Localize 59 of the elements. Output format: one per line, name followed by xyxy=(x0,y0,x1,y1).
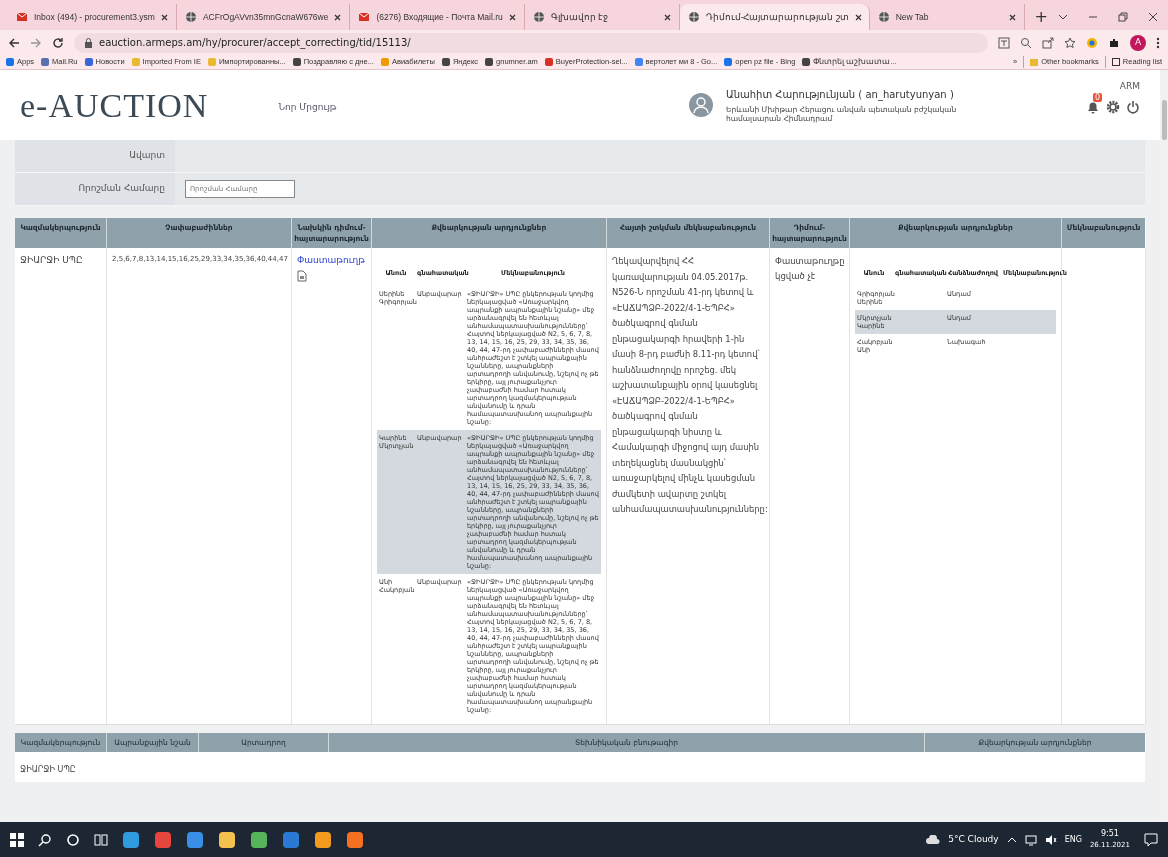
globe-icon xyxy=(532,11,545,23)
scrollbar[interactable] xyxy=(1160,70,1168,822)
new-tab-button[interactable]: + xyxy=(1024,4,1058,30)
globe-icon xyxy=(184,11,197,23)
chevron-down-icon[interactable] xyxy=(1058,12,1068,22)
restore-icon[interactable] xyxy=(1118,12,1128,22)
tab-title: New Tab xyxy=(895,10,930,24)
user-name: Անահիտ Հարությունյան ( an_harutyunyan ) xyxy=(726,88,955,102)
filter-label: Որոշման Համարը xyxy=(15,173,175,205)
close-icon[interactable] xyxy=(508,13,516,21)
extension-icon[interactable] xyxy=(1086,36,1098,49)
circle-icon[interactable] xyxy=(66,832,80,847)
user-avatar-icon xyxy=(688,92,714,118)
address-bar[interactable]: eauction.armeps.am/hy/procurer/accept_correcting/tid/15113/ xyxy=(74,32,988,53)
url-text: eauction.armeps.am/hy/procurer/accept_correcting/tid/15113/ xyxy=(99,36,411,50)
network-icon[interactable] xyxy=(1024,833,1037,846)
translate-icon[interactable] xyxy=(998,36,1010,49)
close-icon[interactable] xyxy=(160,13,168,21)
close-icon[interactable] xyxy=(663,13,671,21)
reload-icon[interactable] xyxy=(52,36,64,49)
close-icon[interactable] xyxy=(334,13,342,21)
tab-title: Դիմում-Հայտարարության շտ xyxy=(705,10,849,24)
globe-icon xyxy=(687,11,700,23)
globe-icon xyxy=(877,11,890,23)
browser-tab[interactable]: Դիմում-Հայտարարության շտ xyxy=(679,4,870,30)
input-language[interactable]: ENG xyxy=(1064,833,1082,846)
power-icon[interactable] xyxy=(1126,99,1140,114)
nav-link[interactable]: Նոր Մրցույթ xyxy=(278,101,337,115)
table-cell-text: ՋԻԱՐՋԻ ՍՊԸ xyxy=(20,254,84,267)
document-link[interactable]: Փաստաթուղթ xyxy=(297,254,366,268)
site-logo[interactable]: e-AUCTION xyxy=(20,79,209,131)
share-icon[interactable] xyxy=(1042,36,1054,49)
settings-icon[interactable] xyxy=(1106,99,1120,114)
filter-label: Ավարտ xyxy=(15,140,175,172)
search-icon[interactable] xyxy=(38,832,52,847)
profile-avatar[interactable]: A xyxy=(1130,34,1146,51)
puzzle-icon[interactable] xyxy=(1108,36,1120,49)
table-cell-text: Փաստաթուղթը կցված չէ xyxy=(775,255,844,283)
tab-title: Գլխավոր էջ xyxy=(550,10,610,24)
close-icon[interactable] xyxy=(1148,12,1158,22)
clock-time[interactable]: 9:51 xyxy=(1100,828,1119,841)
language-code: ARM xyxy=(1119,80,1140,94)
back-arrow-icon[interactable] xyxy=(8,36,20,49)
notifications-icon[interactable] xyxy=(1144,832,1158,847)
cloud-icon xyxy=(926,834,941,845)
lock-icon xyxy=(84,37,93,48)
more-icon[interactable] xyxy=(1156,36,1160,49)
notification-badge: 0 xyxy=(1093,92,1103,102)
tab-title: Inbox (494) - procurement3.ysm xyxy=(34,10,155,24)
weather-text: 5°C Cloudy xyxy=(948,832,999,846)
close-icon[interactable] xyxy=(1008,13,1016,21)
tab-title: (6276) Входящие - Почта Mail.ru xyxy=(376,10,503,24)
tab-title: ACFrOgAVvn35mnGcnaW676we xyxy=(202,10,329,24)
windows-logo-icon[interactable] xyxy=(10,832,24,847)
close-icon[interactable] xyxy=(854,13,862,21)
table-cell: ՋԻԱՐՋԻ ՍՊԸ xyxy=(20,765,76,774)
task-view-icon[interactable] xyxy=(94,832,108,847)
star-icon[interactable] xyxy=(1064,36,1076,49)
volume-icon[interactable] xyxy=(1044,833,1057,846)
